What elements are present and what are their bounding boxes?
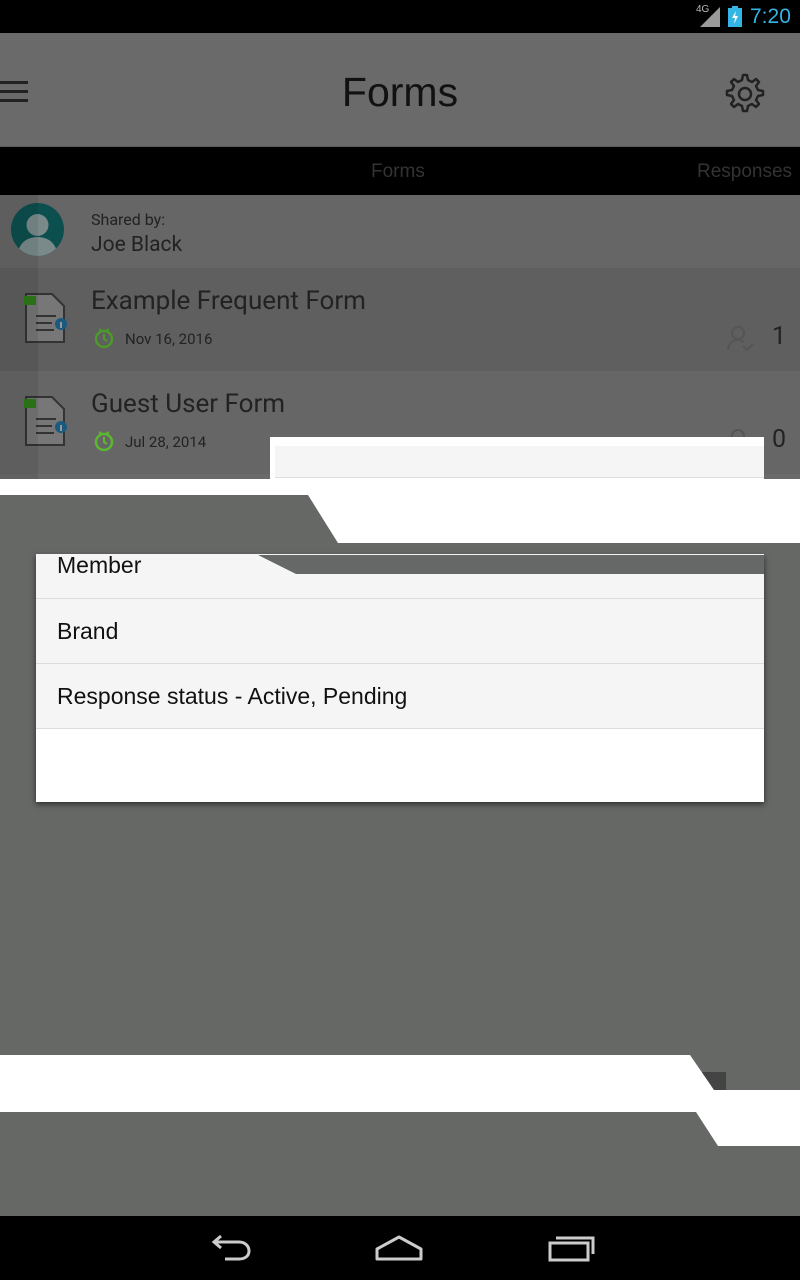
tab-forms[interactable]: Forms [371,161,425,183]
shared-by-name: Joe Black [91,233,183,257]
page-title: Forms [341,69,459,115]
dialog-item-brand[interactable]: Brand [36,599,764,664]
home-icon[interactable] [374,1233,424,1263]
shared-by-label: Shared by: [91,210,166,229]
status-bar: 4G 7:20 [0,0,800,33]
form-title: Guest User Form [91,389,286,419]
signal-icon [700,7,720,27]
tab-bar: Forms Responses [0,147,800,195]
form-item-example-frequent-form[interactable]: Example Frequent Form Nov 16, 2016 1 [0,268,800,371]
responses-person-icon [727,326,754,352]
clock-time: 7:20 [750,5,791,28]
system-nav-bar [0,1216,800,1280]
gear-icon[interactable] [722,71,768,117]
form-date: Nov 16, 2016 [125,330,213,348]
response-count: 1 [772,322,787,351]
filter-dialog: Member Brand Response status - Active, P… [36,552,764,802]
tab-responses[interactable]: Responses [697,161,792,183]
dialog-item-label: Brand [57,618,119,644]
render-artifact-band-bottom [0,1055,800,1146]
clock-icon [94,328,114,349]
form-date: Jul 28, 2014 [125,433,207,451]
dialog-item-label: Member [57,552,142,578]
dialog-item-label: Response status - Active, Pending [57,683,408,709]
render-artifact-strip [275,446,764,478]
recent-apps-icon[interactable] [546,1233,596,1263]
response-count: 0 [772,425,787,454]
battery-charging-icon [728,6,742,27]
back-icon[interactable] [205,1233,255,1263]
list-left-strip [0,195,38,480]
app-bar: Forms [0,33,800,147]
render-artifact-cut [258,555,764,574]
screen: 4G 7:20 Forms Forms Responses Shared by:… [0,0,800,1280]
form-title: Example Frequent Form [91,286,366,316]
shared-by-header: Shared by: Joe Black [0,195,800,268]
clock-icon [94,431,114,452]
dialog-item-response-status[interactable]: Response status - Active, Pending [36,664,764,729]
